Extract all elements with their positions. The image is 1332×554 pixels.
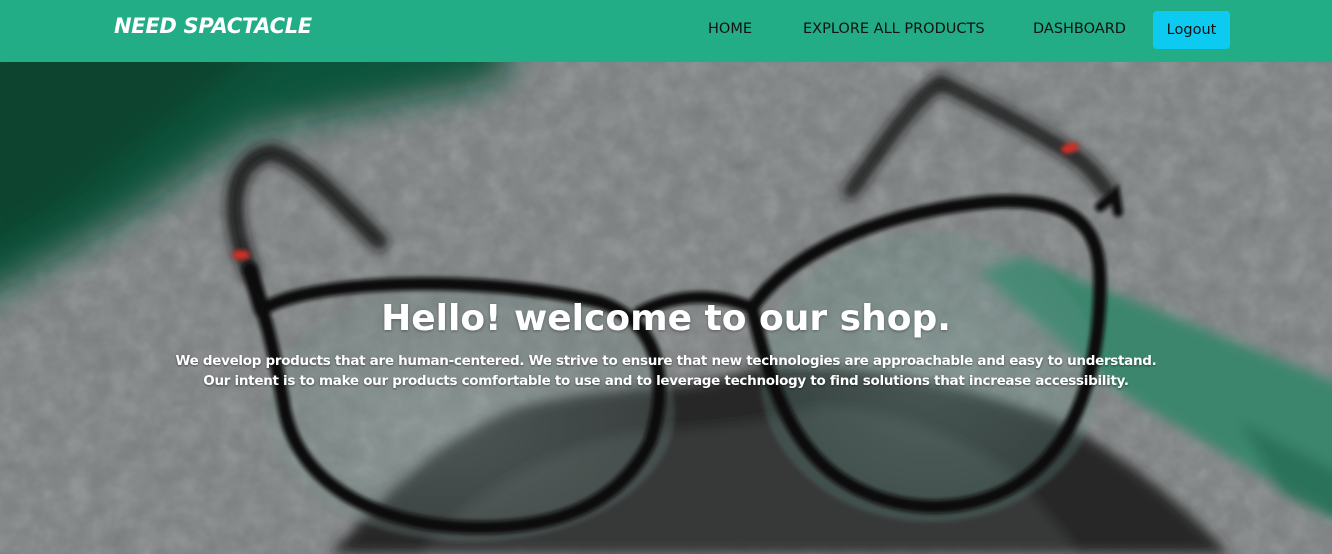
hero-banner: Hello! welcome to our shop. We develop p… (0, 62, 1332, 554)
brand-logo[interactable]: NEED SPACTACLE (114, 14, 312, 38)
hero-description-line-1: We develop products that are human-cente… (175, 353, 1157, 369)
logout-button[interactable]: Logout (1153, 11, 1230, 49)
nav-link-dashboard[interactable]: DASHBOARD (1033, 21, 1126, 37)
nav-link-home[interactable]: HOME (708, 21, 752, 37)
nav-link-explore-all-products[interactable]: EXPLORE ALL PRODUCTS (803, 21, 985, 37)
hero-description-line-2: Our intent is to make our products comfo… (203, 373, 1129, 389)
navbar: NEED SPACTACLE HOME EXPLORE ALL PRODUCTS… (0, 0, 1332, 62)
hero-title: Hello! welcome to our shop. (381, 298, 951, 339)
